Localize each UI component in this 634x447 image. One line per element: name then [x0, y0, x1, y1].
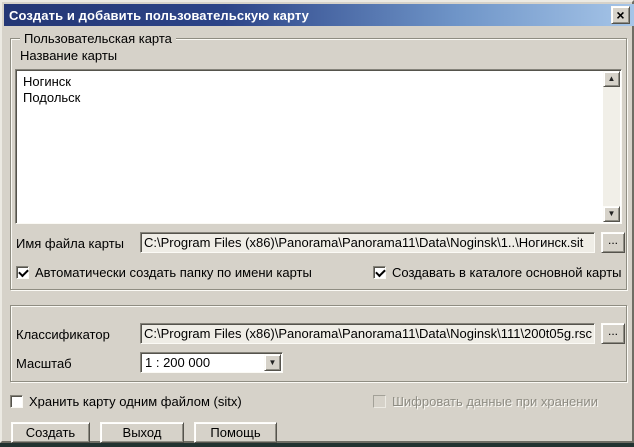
auto-folder-checkbox-label: Автоматически создать папку по имени кар…: [35, 265, 312, 280]
encrypt-checkbox: Шифровать данные при хранении: [373, 394, 598, 408]
close-button[interactable]: ×: [611, 6, 630, 24]
single-file-checkbox-label: Хранить карту одним файлом (sitx): [29, 394, 242, 409]
classifier-label: Классификатор: [16, 327, 110, 343]
checkbox-box: [373, 266, 386, 279]
encrypt-checkbox-label: Шифровать данные при хранении: [392, 394, 598, 409]
map-name-label: Название карты: [20, 48, 117, 64]
dialog-body: Создать и добавить пользовательскую карт…: [0, 0, 634, 443]
map-file-browse-button[interactable]: ...: [601, 232, 625, 253]
dialog-window: Создать и добавить пользовательскую карт…: [0, 0, 634, 447]
single-file-checkbox[interactable]: Хранить карту одним файлом (sitx): [10, 394, 242, 408]
classifier-browse-button[interactable]: ...: [601, 323, 625, 344]
checkbox-box: [16, 266, 29, 279]
scroll-up-icon: ▲: [608, 75, 616, 83]
exit-button[interactable]: Выход: [100, 422, 184, 443]
scale-label: Масштаб: [16, 356, 72, 372]
scroll-down-icon: ▼: [608, 210, 616, 218]
scale-combobox[interactable]: 1 : 200 000 ▼: [140, 352, 283, 373]
list-item-podolsk[interactable]: Подольск: [23, 90, 602, 106]
checkmark-icon: [375, 266, 386, 277]
map-file-input[interactable]: C:\Program Files (x86)\Panorama\Panorama…: [140, 232, 595, 253]
create-button[interactable]: Создать: [11, 422, 90, 443]
checkbox-box: [373, 395, 386, 408]
map-name-listbox[interactable]: Ногинск Подольск ▲ ▼: [15, 69, 622, 224]
classifier-input[interactable]: C:\Program Files (x86)\Panorama\Panorama…: [140, 323, 595, 344]
auto-folder-checkbox[interactable]: Автоматически создать папку по имени кар…: [16, 265, 312, 279]
title-bar[interactable]: Создать и добавить пользовательскую карт…: [4, 4, 634, 26]
map-file-label: Имя файла карты: [16, 236, 124, 252]
scale-dropdown-button[interactable]: ▼: [264, 354, 281, 371]
checkbox-box: [10, 395, 23, 408]
scroll-up-button[interactable]: ▲: [603, 71, 620, 87]
close-icon: ×: [616, 7, 624, 23]
chevron-down-icon: ▼: [269, 359, 277, 367]
window-title: Создать и добавить пользовательскую карт…: [4, 8, 309, 23]
group-user-map-title: Пользовательская карта: [20, 31, 176, 46]
help-button[interactable]: Помощь: [194, 422, 277, 443]
checkmark-icon: [18, 266, 29, 277]
main-dir-checkbox[interactable]: Создавать в каталоге основной карты: [373, 265, 622, 279]
vertical-scrollbar[interactable]: ▲ ▼: [603, 71, 620, 222]
list-item-noginsk[interactable]: Ногинск: [23, 74, 602, 90]
map-name-list: Ногинск Подольск: [18, 72, 602, 221]
scale-value: 1 : 200 000: [145, 355, 210, 371]
main-dir-checkbox-label: Создавать в каталоге основной карты: [392, 265, 622, 280]
desktop-background-strip: [0, 443, 634, 447]
scroll-down-button[interactable]: ▼: [603, 206, 620, 222]
